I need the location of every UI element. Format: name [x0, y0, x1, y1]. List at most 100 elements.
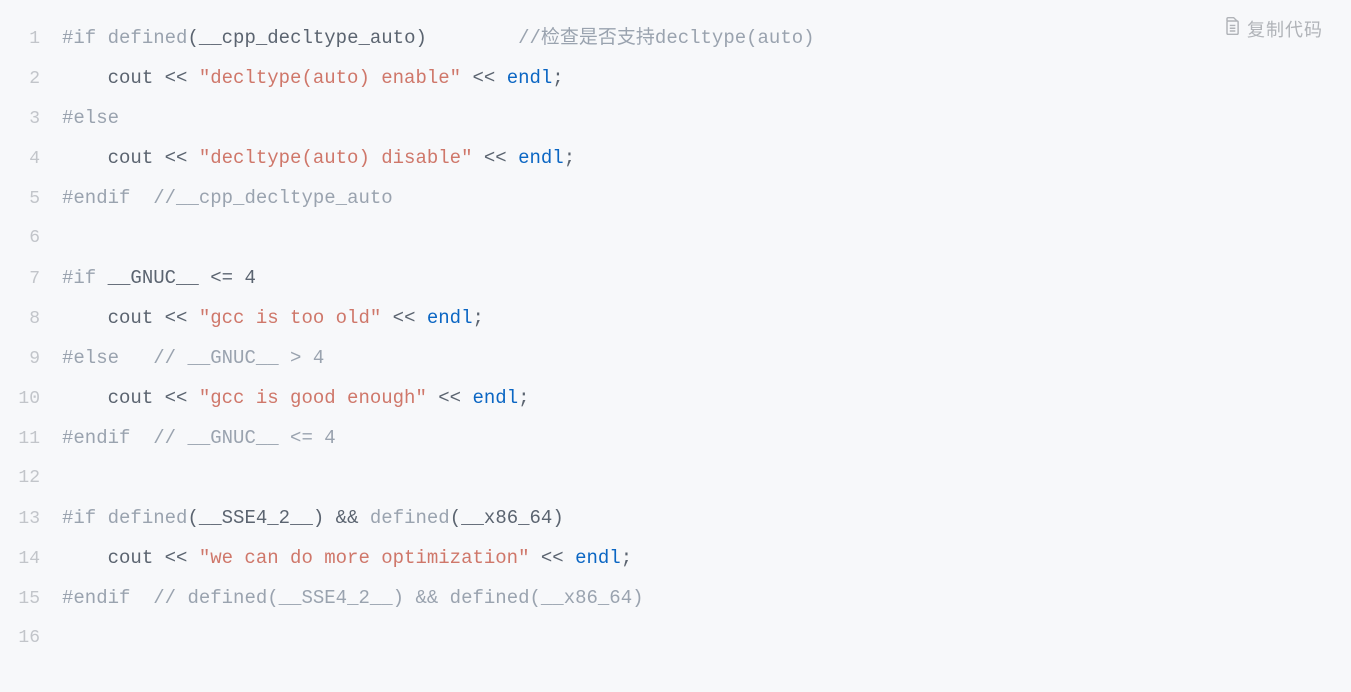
code-line: 7#if __GNUC__ <= 4 [0, 258, 1351, 298]
code-line: 15#endif // defined(__SSE4_2__) && defin… [0, 578, 1351, 618]
code-content: cout << "we can do more optimization" <<… [62, 538, 632, 578]
code-token: "decltype(auto) enable" [199, 67, 461, 89]
code-token: ; [621, 547, 632, 569]
line-number: 1 [0, 19, 62, 59]
line-number: 10 [0, 379, 62, 419]
line-number: 6 [0, 218, 62, 258]
copy-icon [1223, 10, 1241, 50]
copy-code-button[interactable]: 复制代码 [1223, 10, 1323, 50]
copy-code-label: 复制代码 [1247, 10, 1323, 50]
code-token: "we can do more optimization" [199, 547, 530, 569]
code-token: cout << [62, 307, 199, 329]
code-line: 5#endif //__cpp_decltype_auto [0, 178, 1351, 218]
line-number: 12 [0, 458, 62, 498]
line-number: 16 [0, 618, 62, 658]
code-token: cout << [62, 67, 199, 89]
code-token: << [529, 547, 575, 569]
code-token: #else [62, 347, 119, 369]
code-token: cout << [62, 387, 199, 409]
code-token: #if [62, 507, 96, 529]
code-line: 14 cout << "we can do more optimization"… [0, 538, 1351, 578]
code-content: cout << "gcc is good enough" << endl; [62, 378, 530, 418]
code-content: #if defined(__SSE4_2__) && defined(__x86… [62, 498, 564, 538]
code-token [130, 587, 153, 609]
line-number: 14 [0, 539, 62, 579]
code-line: 9#else // __GNUC__ > 4 [0, 338, 1351, 378]
code-token: cout << [62, 547, 199, 569]
line-number: 2 [0, 59, 62, 99]
code-token: ; [518, 387, 529, 409]
code-token: #if [62, 27, 96, 49]
code-line: 2 cout << "decltype(auto) enable" << end… [0, 58, 1351, 98]
code-token: << [472, 147, 518, 169]
code-token: "gcc is too old" [199, 307, 381, 329]
code-token: (__cpp_decltype_auto) [187, 27, 518, 49]
code-token: 4 [244, 267, 255, 289]
code-line: 12 [0, 458, 1351, 498]
code-line: 6 [0, 218, 1351, 258]
code-token: #endif [62, 587, 130, 609]
code-token: "gcc is good enough" [199, 387, 427, 409]
line-number: 5 [0, 179, 62, 219]
code-line: 13#if defined(__SSE4_2__) && defined(__x… [0, 498, 1351, 538]
code-token: ; [552, 67, 563, 89]
code-token: endl [507, 67, 553, 89]
code-line: 10 cout << "gcc is good enough" << endl; [0, 378, 1351, 418]
code-token [96, 507, 107, 529]
code-content: #endif //__cpp_decltype_auto [62, 178, 393, 218]
line-number: 15 [0, 579, 62, 619]
code-line: 11#endif // __GNUC__ <= 4 [0, 418, 1351, 458]
code-lines: 1#if defined(__cpp_decltype_auto) //检查是否… [0, 18, 1351, 658]
code-token: //检查是否支持decltype(auto) [518, 27, 814, 49]
line-number: 8 [0, 299, 62, 339]
code-token: (__x86_64) [450, 507, 564, 529]
code-content: #if __GNUC__ <= 4 [62, 258, 256, 298]
code-line: 8 cout << "gcc is too old" << endl; [0, 298, 1351, 338]
code-token: // __GNUC__ <= 4 [153, 427, 335, 449]
code-token [96, 27, 107, 49]
code-line: 3#else [0, 98, 1351, 138]
code-content: #endif // defined(__SSE4_2__) && defined… [62, 578, 644, 618]
code-token: endl [427, 307, 473, 329]
code-token: //__cpp_decltype_auto [153, 187, 392, 209]
code-token: endl [472, 387, 518, 409]
code-token: << [461, 67, 507, 89]
code-token: << [427, 387, 473, 409]
code-token: #endif [62, 427, 130, 449]
code-content: cout << "gcc is too old" << endl; [62, 298, 484, 338]
code-content: #endif // __GNUC__ <= 4 [62, 418, 336, 458]
code-content: cout << "decltype(auto) disable" << endl… [62, 138, 575, 178]
code-token: #endif [62, 187, 130, 209]
code-token: << [381, 307, 427, 329]
code-token: ; [564, 147, 575, 169]
code-content: #else // __GNUC__ > 4 [62, 338, 324, 378]
code-token [130, 187, 153, 209]
code-token: // defined(__SSE4_2__) && defined(__x86_… [153, 587, 643, 609]
code-token: (__SSE4_2__) && [187, 507, 369, 529]
code-token: defined [370, 507, 450, 529]
code-token: #if [62, 267, 96, 289]
code-token: defined [108, 27, 188, 49]
code-content: cout << "decltype(auto) enable" << endl; [62, 58, 564, 98]
line-number: 11 [0, 419, 62, 459]
code-content: #else [62, 98, 119, 138]
code-line: 1#if defined(__cpp_decltype_auto) //检查是否… [0, 18, 1351, 58]
line-number: 4 [0, 139, 62, 179]
code-block: 复制代码 1#if defined(__cpp_decltype_auto) /… [0, 0, 1351, 658]
line-number: 7 [0, 259, 62, 299]
code-token: // __GNUC__ > 4 [153, 347, 324, 369]
line-number: 3 [0, 99, 62, 139]
code-line: 4 cout << "decltype(auto) disable" << en… [0, 138, 1351, 178]
code-token: "decltype(auto) disable" [199, 147, 473, 169]
code-token: #else [62, 107, 119, 129]
code-token: endl [518, 147, 564, 169]
code-line: 16 [0, 618, 1351, 658]
code-content: #if defined(__cpp_decltype_auto) //检查是否支… [62, 18, 815, 58]
code-token [119, 347, 153, 369]
code-token: cout << [62, 147, 199, 169]
code-token: endl [575, 547, 621, 569]
line-number: 13 [0, 499, 62, 539]
line-number: 9 [0, 339, 62, 379]
code-token: defined [108, 507, 188, 529]
code-token [130, 427, 153, 449]
